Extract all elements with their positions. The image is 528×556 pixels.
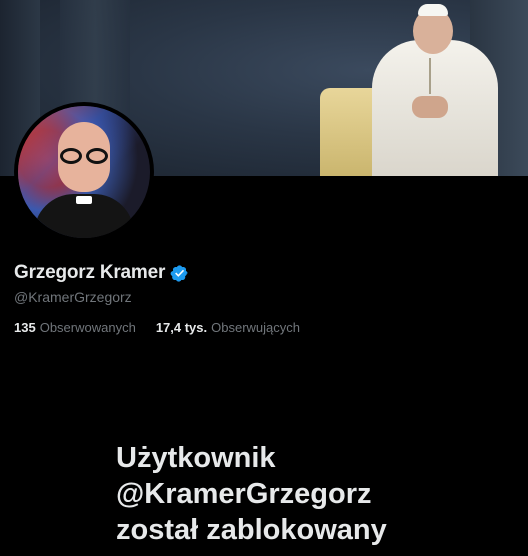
following-label: Obserwowanych — [39, 320, 136, 335]
verified-badge-icon[interactable] — [170, 264, 189, 283]
banner-figure-cross — [429, 58, 431, 94]
followers-link[interactable]: 17,4 tys. Obserwujących — [156, 320, 300, 335]
avatar-glasses-lens-right — [86, 148, 108, 164]
blocked-message-line-3: został zablokowany — [116, 514, 387, 546]
avatar-glasses — [56, 148, 112, 164]
banner-figure-hands — [412, 96, 448, 118]
blocked-message-line-1: Użytkownik — [116, 442, 276, 474]
blocked-message: Użytkownik @KramerGrzegorz został zablok… — [116, 440, 516, 548]
avatar[interactable] — [14, 102, 154, 242]
profile-name-row: Grzegorz Kramer — [14, 261, 189, 285]
profile-stats: 135 Obserwowanych 17,4 tys. Obserwującyc… — [14, 320, 300, 335]
followers-count: 17,4 tys. — [155, 320, 208, 335]
avatar-clerical-collar — [76, 196, 92, 204]
display-name: Grzegorz Kramer — [14, 262, 166, 283]
banner-figure-cap — [418, 4, 448, 16]
following-link[interactable]: 135 Obserwowanych — [14, 320, 136, 335]
followers-label: Obserwujących — [211, 320, 301, 335]
blocked-message-line-2: @KramerGrzegorz — [116, 478, 372, 510]
following-count: 135 — [14, 320, 36, 335]
avatar-glasses-lens-left — [60, 148, 82, 164]
profile-handle: @KramerGrzegorz — [14, 289, 132, 305]
avatar-photo — [18, 106, 150, 238]
